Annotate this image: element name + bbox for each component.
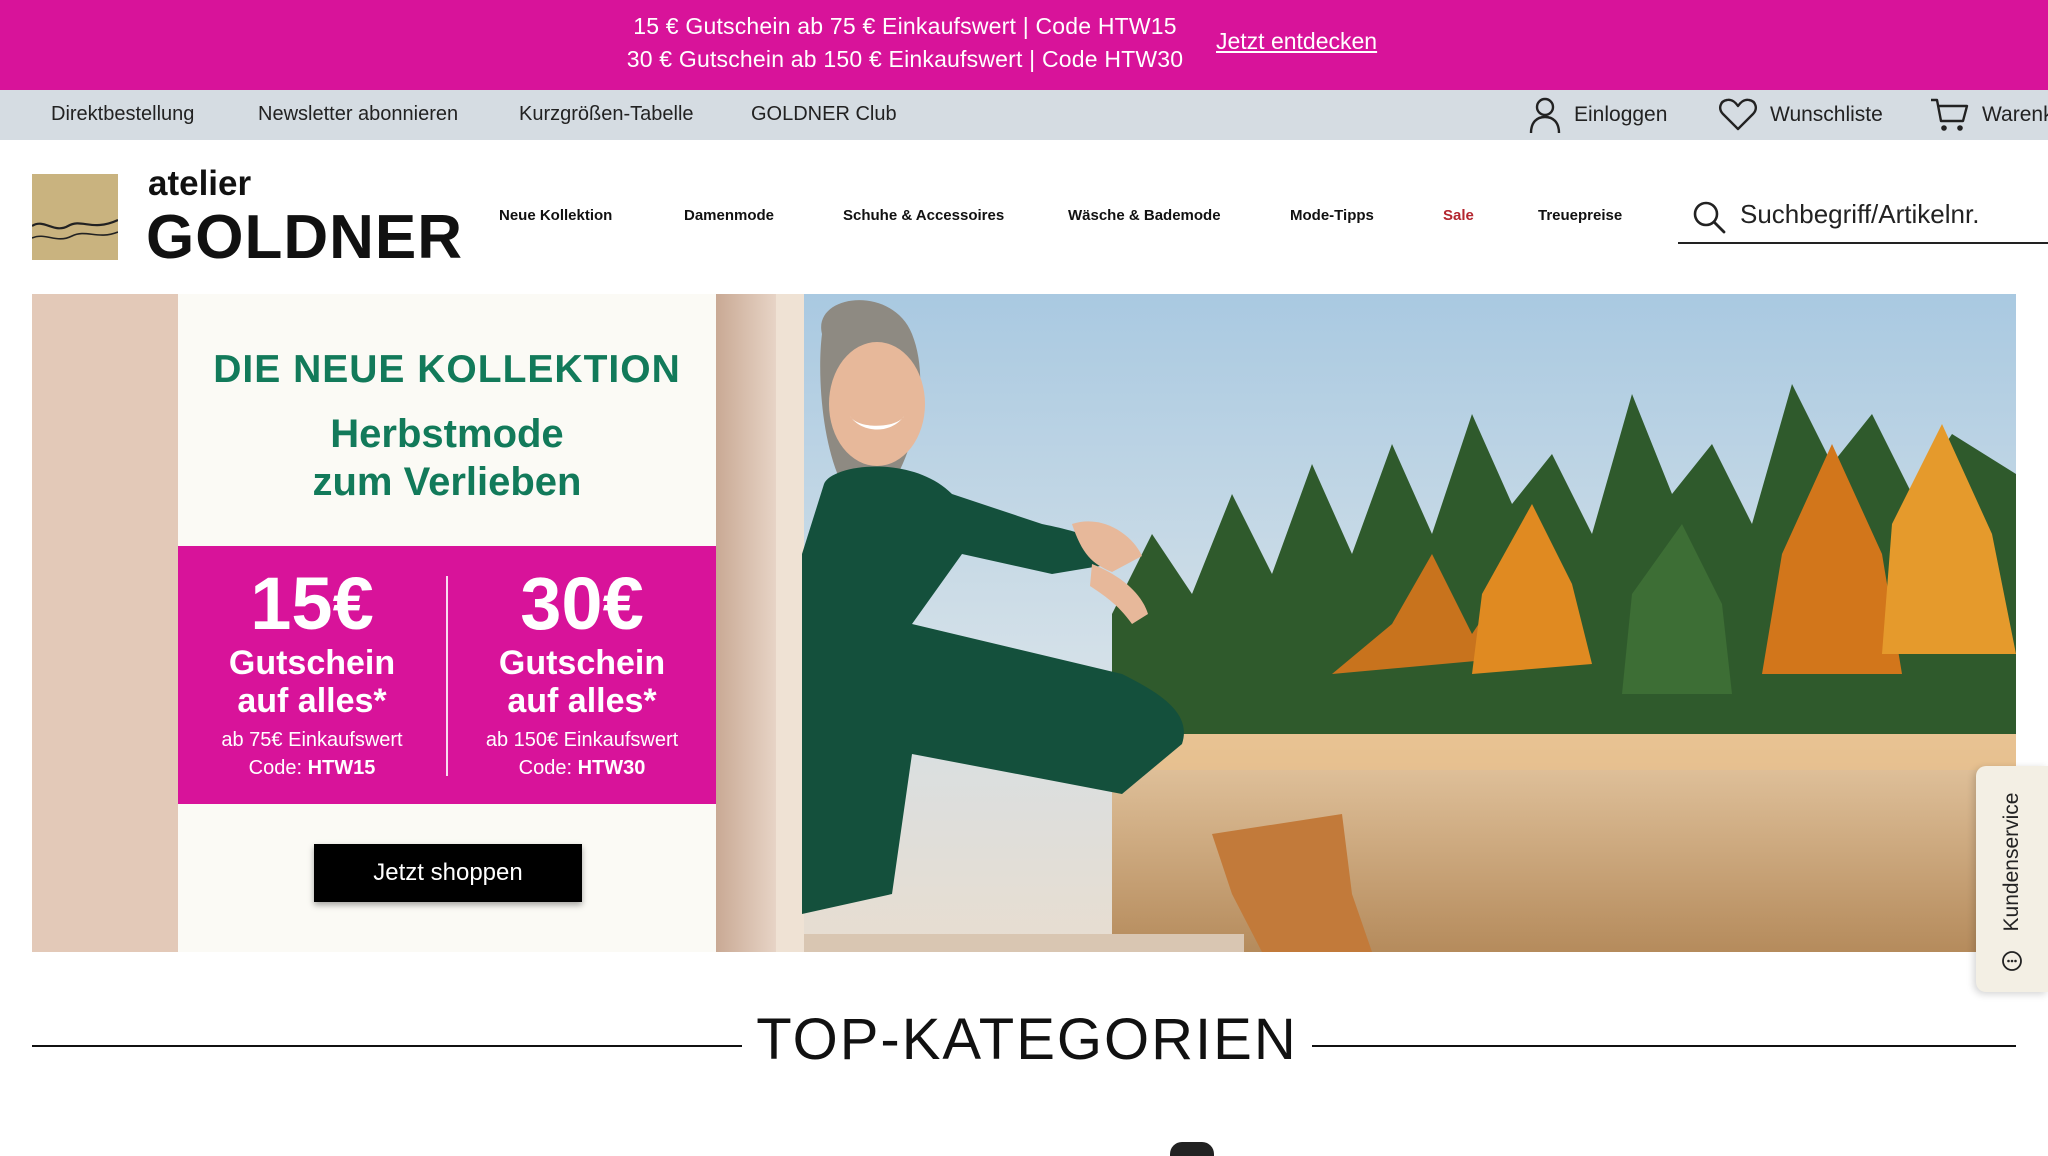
voucher-code: Code: HTW15 xyxy=(248,757,376,779)
logo-atelier: atelier xyxy=(148,164,252,203)
user-icon xyxy=(1528,96,1562,134)
voucher-30: 30€ Gutschein auf alles* ab 150€ Einkauf… xyxy=(448,564,716,782)
service-bar: Direktbestellung Newsletter abonnieren K… xyxy=(0,90,2048,140)
nav-treuepreise[interactable]: Treuepreise xyxy=(1538,207,1622,224)
hero-kicker: DIE NEUE KOLLEKTION xyxy=(213,348,681,391)
direct-order-link[interactable]: Direktbestellung xyxy=(51,103,194,126)
promo-panel: DIE NEUE KOLLEKTION Herbstmode zum Verli… xyxy=(178,294,716,952)
cart-button[interactable]: Warenk xyxy=(1930,96,2048,134)
promo-banner: 15 € Gutschein ab 75 € Einkaufswert | Co… xyxy=(0,0,2048,90)
promo-discover-link[interactable]: Jetzt entdecken xyxy=(1216,28,1377,55)
nav-damenmode[interactable]: Damenmode xyxy=(684,207,774,224)
goldner-club-link[interactable]: GOLDNER Club xyxy=(751,103,897,126)
nav-mode-tipps[interactable]: Mode-Tipps xyxy=(1290,207,1374,224)
section-title: TOP-KATEGORIEN xyxy=(756,1007,1298,1072)
promo-text: 15 € Gutschein ab 75 € Einkaufswert | Co… xyxy=(560,10,1250,76)
voucher-box: 15€ Gutschein auf alles* ab 75€ Einkaufs… xyxy=(178,546,716,804)
chat-icon xyxy=(2001,950,2023,977)
nav-neue-kollektion[interactable]: Neue Kollektion xyxy=(499,207,612,224)
login-button[interactable]: Einloggen xyxy=(1528,96,1667,134)
nav-sale[interactable]: Sale xyxy=(1443,207,1474,224)
promo-line-1: 15 € Gutschein ab 75 € Einkaufswert | Co… xyxy=(633,13,1177,39)
wishlist-button[interactable]: Wunschliste xyxy=(1718,96,1883,134)
logo-goldner: GOLDNER xyxy=(146,203,463,272)
voucher-minimum: ab 75€ Einkaufswert xyxy=(221,729,403,751)
promo-line-2: 30 € Gutschein ab 150 € Einkaufswert | C… xyxy=(626,46,1184,72)
voucher-amount: 30€ xyxy=(520,562,644,645)
site-header: atelier GOLDNER Neue Kollektion Damenmod… xyxy=(0,140,2048,290)
customer-service-tab[interactable]: Kundenservice xyxy=(1976,766,2048,992)
voucher-label-1: Gutschein xyxy=(228,644,396,682)
newsletter-link[interactable]: Newsletter abonnieren xyxy=(258,103,458,126)
nav-schuhe-accessoires[interactable]: Schuhe & Accessoires xyxy=(843,207,1004,224)
heart-icon xyxy=(1718,98,1758,132)
cart-icon xyxy=(1930,97,1970,133)
category-image-peek xyxy=(1170,1142,1214,1156)
voucher-amount: 15€ xyxy=(250,562,374,645)
voucher-label-2: auf alles* xyxy=(507,682,657,720)
customer-service-label: Kundenservice xyxy=(2000,792,2023,932)
divider-line xyxy=(1312,1045,2016,1047)
cart-label: Warenk xyxy=(1982,103,2048,126)
hero-headline-line-1: Herbstmode xyxy=(330,412,564,456)
search-input[interactable] xyxy=(1740,194,2048,234)
hero-banner[interactable]: DIE NEUE KOLLEKTION Herbstmode zum Verli… xyxy=(32,294,2016,952)
divider-line xyxy=(32,1045,742,1047)
top-categories-heading: TOP-KATEGORIEN xyxy=(32,1000,2016,1092)
voucher-label-2: auf alles* xyxy=(237,682,387,720)
voucher-minimum: ab 150€ Einkaufswert xyxy=(485,729,679,751)
search-icon[interactable] xyxy=(1692,200,1726,239)
login-label: Einloggen xyxy=(1574,103,1668,126)
size-table-link[interactable]: Kurzgrößen-Tabelle xyxy=(519,103,694,126)
wishlist-label: Wunschliste xyxy=(1770,103,1883,126)
logo-mark xyxy=(32,174,118,260)
shop-now-button[interactable]: Jetzt shoppen xyxy=(314,844,582,902)
voucher-15: 15€ Gutschein auf alles* ab 75€ Einkaufs… xyxy=(178,564,446,782)
search-bar xyxy=(1678,188,2048,244)
voucher-label-1: Gutschein xyxy=(498,644,666,682)
voucher-code: Code: HTW30 xyxy=(518,757,646,779)
nav-waesche-bademode[interactable]: Wäsche & Bademode xyxy=(1068,207,1221,224)
hero-headline: Herbstmode zum Verlieben xyxy=(178,410,716,506)
hero-headline-line-2: zum Verlieben xyxy=(312,460,582,504)
